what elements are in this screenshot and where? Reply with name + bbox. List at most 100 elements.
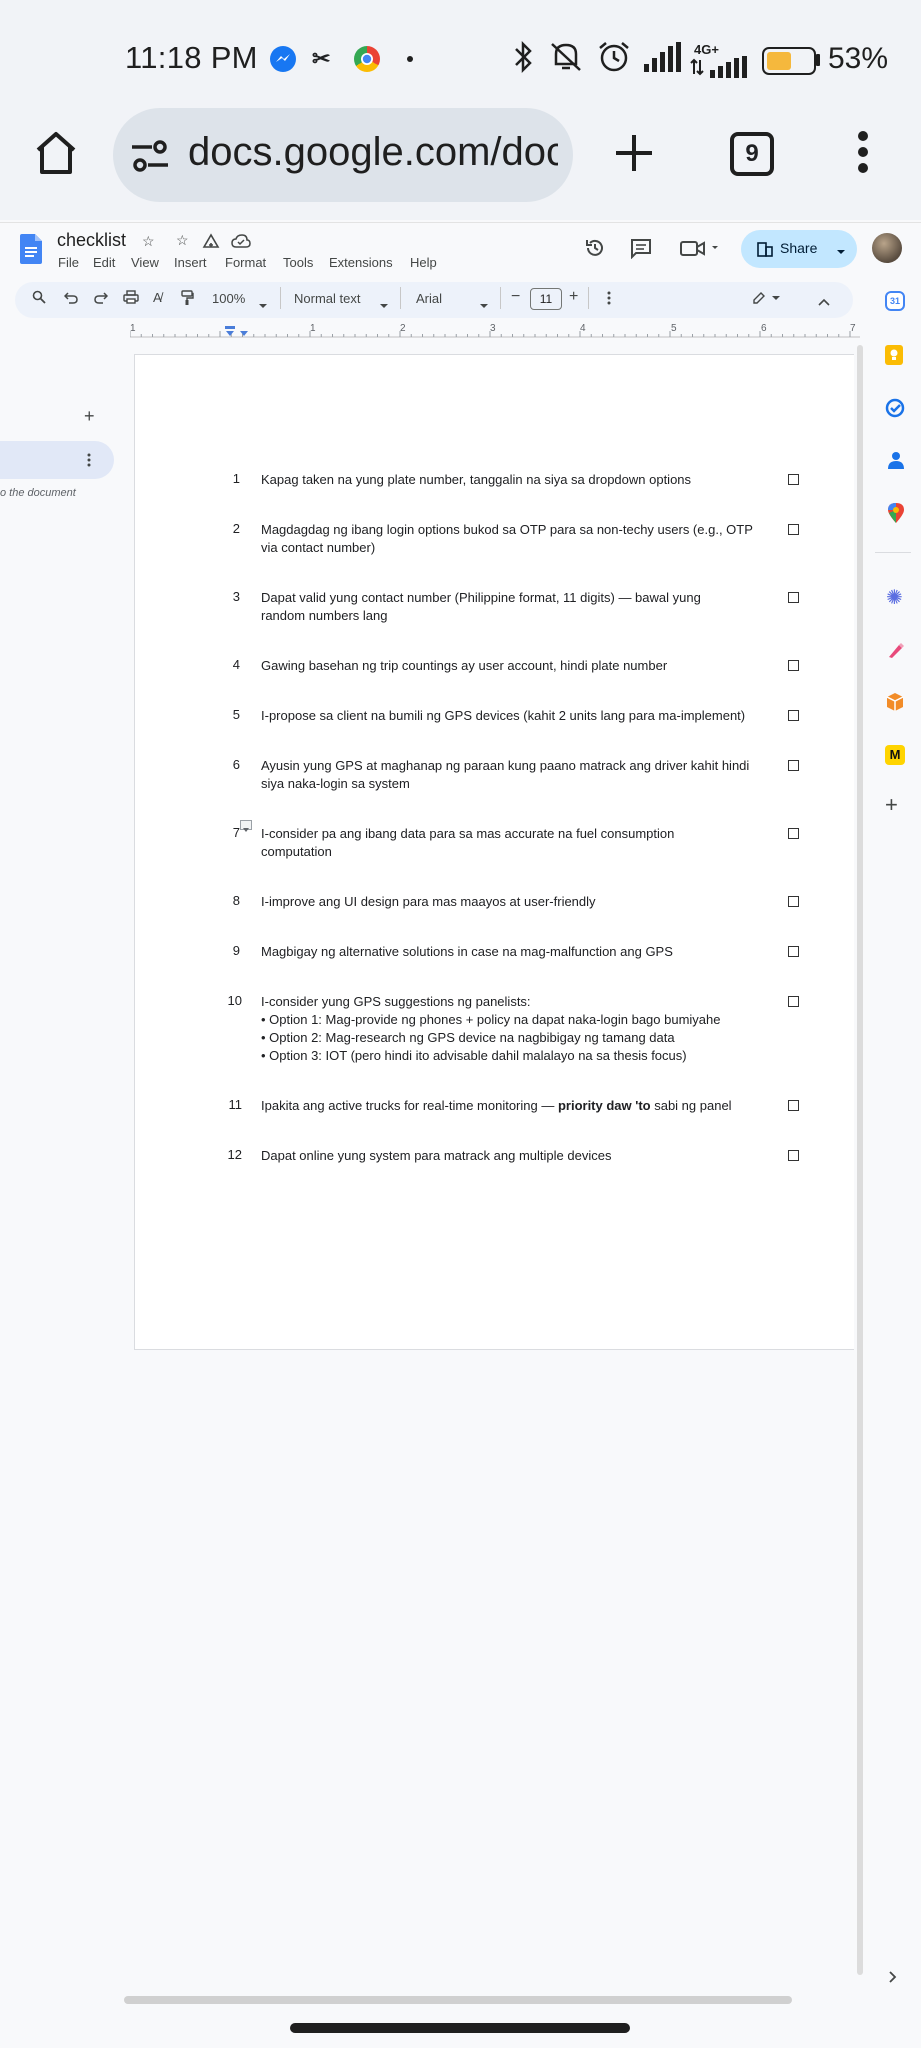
addon-box-icon[interactable] bbox=[886, 692, 904, 717]
home-icon[interactable] bbox=[34, 130, 78, 181]
menu-format[interactable]: Format bbox=[225, 255, 266, 270]
undo-icon[interactable] bbox=[63, 290, 78, 308]
checklist-item-text[interactable]: I-propose sa client na bumili ng GPS dev… bbox=[261, 707, 781, 725]
checklist-line: Gawing basehan ng trip countings ay user… bbox=[261, 658, 668, 673]
checklist-checkbox[interactable] bbox=[788, 474, 799, 485]
vertical-scrollbar[interactable] bbox=[857, 345, 863, 1975]
checklist-checkbox[interactable] bbox=[788, 946, 799, 957]
checklist-line: I-propose sa client na bumili ng GPS dev… bbox=[261, 708, 746, 723]
contacts-icon[interactable] bbox=[887, 450, 905, 475]
spellcheck-icon[interactable]: A̸ bbox=[153, 290, 162, 305]
keep-icon[interactable] bbox=[885, 345, 903, 365]
checklist-line: Magbigay ng alternative solutions in cas… bbox=[261, 944, 673, 959]
font-dropdown-icon[interactable] bbox=[480, 296, 488, 314]
checklist-item-text[interactable]: Ipakita ang active trucks for real-time … bbox=[261, 1097, 781, 1115]
meet-icon[interactable] bbox=[680, 239, 722, 262]
more-options-icon[interactable] bbox=[607, 291, 611, 310]
increase-font-size-button[interactable]: + bbox=[569, 288, 578, 306]
cloud-status-icon[interactable] bbox=[231, 234, 251, 253]
doc-title[interactable]: checklist bbox=[57, 230, 126, 251]
checklist-item-text[interactable]: Gawing basehan ng trip countings ay user… bbox=[261, 657, 781, 675]
font-size-input[interactable]: 11 bbox=[530, 288, 562, 310]
redo-icon[interactable] bbox=[94, 290, 109, 308]
checklist-item-text[interactable]: I-consider pa ang ibang data para sa mas… bbox=[261, 825, 781, 861]
checklist-item-text[interactable]: Ayusin yung GPS at maghanap ng paraan ku… bbox=[261, 757, 781, 793]
avatar[interactable] bbox=[872, 233, 902, 263]
tab-options-icon[interactable] bbox=[87, 453, 91, 472]
collapse-toolbar-icon[interactable] bbox=[818, 293, 830, 311]
checklist-checkbox[interactable] bbox=[788, 760, 799, 771]
ruler-label: 4 bbox=[580, 323, 586, 334]
signal-icon bbox=[642, 40, 682, 82]
checklist-item-text[interactable]: Kapag taken na yung plate number, tangga… bbox=[261, 471, 781, 489]
addon-pen-icon[interactable] bbox=[886, 640, 906, 665]
addon-spark-icon[interactable]: ✺ bbox=[886, 585, 903, 610]
decrease-font-size-button[interactable]: − bbox=[511, 288, 520, 306]
addon-miro-icon[interactable]: M bbox=[885, 745, 905, 765]
maps-icon[interactable] bbox=[887, 502, 905, 529]
more-vert-icon[interactable] bbox=[856, 128, 870, 181]
ruler-label: 3 bbox=[490, 323, 496, 334]
checklist-checkbox[interactable] bbox=[788, 1100, 799, 1111]
move-icon[interactable] bbox=[202, 233, 220, 254]
checklist-checkbox[interactable] bbox=[788, 896, 799, 907]
horizontal-scrollbar[interactable] bbox=[124, 1996, 792, 2004]
tab-switcher-button[interactable]: 9 bbox=[730, 132, 774, 176]
checklist-item-text[interactable]: I-consider yung GPS suggestions ng panel… bbox=[261, 993, 781, 1065]
checklist-line: • Option 1: Mag-provide ng phones + poli… bbox=[261, 1012, 721, 1027]
signal-icon-2 bbox=[690, 56, 754, 83]
get-addons-button[interactable]: + bbox=[885, 792, 898, 818]
checklist-checkbox[interactable] bbox=[788, 524, 799, 535]
checklist-item-text[interactable]: Magdagdag ng ibang login options bukod s… bbox=[261, 521, 781, 557]
checklist-number: 5 bbox=[232, 707, 240, 722]
paint-format-icon[interactable] bbox=[180, 290, 194, 310]
checklist-item-text[interactable]: Magbigay ng alternative solutions in cas… bbox=[261, 943, 781, 961]
site-settings-icon[interactable] bbox=[130, 138, 170, 179]
checklist-item-text[interactable]: Dapat valid yung contact number (Philipp… bbox=[261, 589, 781, 625]
calendar-icon[interactable]: 31 bbox=[885, 291, 905, 311]
new-tab-icon[interactable] bbox=[612, 130, 656, 181]
search-menus-icon[interactable] bbox=[32, 290, 46, 308]
dropdown-chip-icon[interactable] bbox=[240, 820, 252, 832]
edit-mode-icon[interactable] bbox=[752, 291, 784, 310]
checklist-checkbox[interactable] bbox=[788, 660, 799, 671]
checklist-line: I-consider pa ang ibang data para sa mas… bbox=[261, 826, 675, 841]
zoom-select[interactable]: 100% bbox=[212, 291, 245, 306]
checklist-line: • Option 2: Mag-research ng GPS device n… bbox=[261, 1030, 675, 1045]
ruler-label: 2 bbox=[400, 323, 406, 334]
menu-file[interactable]: File bbox=[58, 255, 79, 270]
url-text[interactable]: docs.google.com/doc bbox=[188, 130, 558, 175]
checklist-item-text[interactable]: Dapat online yung system para matrack an… bbox=[261, 1147, 781, 1165]
menu-view[interactable]: View bbox=[131, 255, 159, 270]
checklist-checkbox[interactable] bbox=[788, 710, 799, 721]
print-icon[interactable] bbox=[123, 290, 139, 308]
checklist-item-text[interactable]: I-improve ang UI design para mas maayos … bbox=[261, 893, 781, 911]
checklist-checkbox[interactable] bbox=[788, 592, 799, 603]
menu-extensions[interactable]: Extensions bbox=[329, 255, 393, 270]
style-dropdown-icon[interactable] bbox=[380, 296, 388, 314]
battery-icon bbox=[762, 47, 816, 75]
messenger-icon bbox=[270, 46, 296, 72]
menu-insert[interactable]: Insert bbox=[174, 255, 207, 270]
checklist-checkbox[interactable] bbox=[788, 828, 799, 839]
expand-side-panel-icon[interactable] bbox=[888, 1970, 898, 1989]
font-select[interactable]: Arial bbox=[416, 291, 442, 306]
zoom-dropdown-icon[interactable] bbox=[259, 296, 267, 314]
style-select[interactable]: Normal text bbox=[294, 291, 360, 306]
checklist-checkbox[interactable] bbox=[788, 1150, 799, 1161]
checklist-line: I-improve ang UI design para mas maayos … bbox=[261, 894, 596, 909]
star-icon[interactable]: ☆ bbox=[142, 233, 155, 250]
gesture-nav-handle[interactable] bbox=[290, 2023, 630, 2033]
checklist-checkbox[interactable] bbox=[788, 996, 799, 1007]
share-dropdown-icon[interactable] bbox=[836, 243, 846, 261]
comment-icon[interactable] bbox=[630, 237, 652, 264]
menu-tools[interactable]: Tools bbox=[283, 255, 313, 270]
document-tab-item[interactable] bbox=[0, 441, 114, 479]
add-tab-button[interactable]: + bbox=[84, 406, 95, 427]
star-outline-icon[interactable]: ☆ bbox=[176, 232, 189, 249]
tasks-icon[interactable] bbox=[885, 398, 905, 423]
docs-logo-icon[interactable] bbox=[20, 234, 42, 269]
menu-help[interactable]: Help bbox=[410, 255, 437, 270]
version-history-icon[interactable] bbox=[584, 237, 606, 264]
menu-edit[interactable]: Edit bbox=[93, 255, 115, 270]
